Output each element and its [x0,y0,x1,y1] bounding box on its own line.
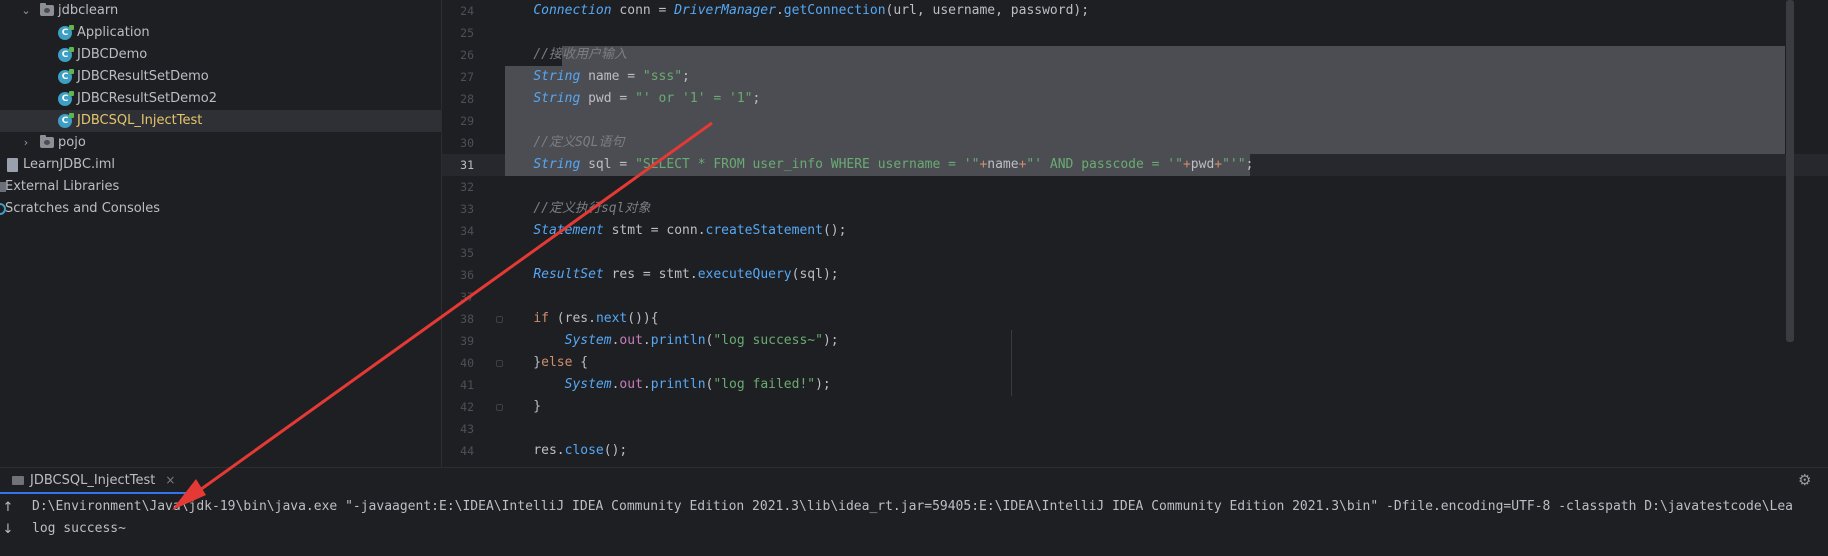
line-number: 37 [460,290,474,304]
tree-item-label: Scratches and Consoles [5,201,161,216]
code-line[interactable] [502,110,1828,132]
chevron-right-icon[interactable]: › [20,132,32,154]
arrow-down-icon[interactable]: ↓ [2,522,14,537]
code-line[interactable]: } [502,396,1828,418]
line-number: 41 [460,378,474,392]
line-number: 39 [460,334,474,348]
line-number: 26 [460,48,474,62]
line-number: 33 [460,202,474,216]
line-number: 44 [460,444,474,458]
code-line[interactable] [502,176,1828,198]
code-line[interactable]: //定义执行sql对象 [502,198,1828,220]
code-line[interactable]: Statement stmt = conn.createStatement(); [502,220,1828,242]
code-line[interactable]: //定义SQL语句 [502,132,1828,154]
tree-item-pojo[interactable]: › pojo [0,132,441,154]
chevron-down-icon[interactable]: ⌄ [20,0,32,22]
indent-guide [1011,330,1012,374]
line-number: 24 [460,4,474,18]
tree-item-learnjdbc-iml[interactable]: LearnJDBC.iml [0,154,441,176]
code-line[interactable]: System.out.println("log failed!"); [502,374,1828,396]
java-class-icon: C [58,91,74,106]
tree-item-label: Application [77,25,150,40]
line-number-gutter: 24 25 26 27 28 29 30 31 32 33 34 35 36 37 38 39 40 41 42 43… [442,0,503,467]
code-line[interactable]: Connection conn = DriverManager.getConne… [502,0,1828,22]
line-number: 28 [460,92,474,106]
project-tree: ⌄ jdbclearn C Application C JDBCDemo C J… [0,0,442,467]
console-output-line: log success~ [32,521,126,536]
package-icon [40,135,54,148]
gear-icon[interactable]: ⚙ [1798,472,1814,488]
run-tab-label: JDBCSQL_InjectTest [30,472,156,488]
tree-item-label: JDBCSQL_InjectTest [77,113,203,128]
run-tab[interactable]: JDBCSQL_InjectTest × [0,468,188,494]
line-number: 35 [460,246,474,260]
java-class-icon: C [58,25,74,40]
tree-item-label: pojo [58,135,86,150]
line-number: 27 [460,70,474,84]
code-line[interactable]: String name = "sss"; [502,66,1828,88]
code-line[interactable] [502,242,1828,264]
tree-item-scratches[interactable]: Scratches and Consoles [0,198,441,220]
line-number: 32 [460,180,474,194]
line-number: 30 [460,136,474,150]
tree-item-jdbcdemo[interactable]: C JDBCDemo [0,44,441,66]
editor-scrollbar[interactable] [1786,0,1794,342]
tree-item-jdbcsql-injecttest[interactable]: C JDBCSQL_InjectTest [0,110,441,132]
tree-item-label: JDBCResultSetDemo [77,69,209,84]
line-number: 29 [460,114,474,128]
tree-item-application[interactable]: C Application [0,22,441,44]
code-line[interactable] [502,418,1828,440]
code-line[interactable] [502,286,1828,308]
code-editor[interactable]: 24 25 26 27 28 29 30 31 32 33 34 35 36 37 38 39 40 41 42 43… [442,0,1828,467]
code-line[interactable]: ResultSet res = stmt.executeQuery(sql); [502,264,1828,286]
code-line[interactable]: System.out.println("log success~"); [502,330,1828,352]
line-number: 31 [460,158,474,172]
code-line[interactable]: //接收用户输入 [502,44,1828,66]
tree-item-label: JDBCDemo [77,47,148,62]
tree-item-jdbcresultsetdemo[interactable]: C JDBCResultSetDemo [0,66,441,88]
tree-item-jdbclearn[interactable]: ⌄ jdbclearn [0,0,441,22]
code-line[interactable] [502,22,1828,44]
module-file-icon [7,158,18,172]
line-number: 38 [460,312,474,326]
line-number: 25 [460,26,474,40]
java-class-icon: C [58,113,74,128]
tree-item-label: JDBCResultSetDemo2 [77,91,218,106]
line-number: 34 [460,224,474,238]
package-icon [40,3,54,16]
tree-item-label: jdbclearn [58,3,119,18]
line-number: 42 [460,400,474,414]
line-number: 40 [460,356,474,370]
tree-item-external-libraries[interactable]: External Libraries [0,176,441,198]
code-line[interactable]: if (res.next()){ [502,308,1828,330]
line-number: 36 [460,268,474,282]
indent-guide [1011,374,1012,396]
code-line[interactable]: String sql = "SELECT * FROM user_info WH… [502,154,1828,176]
run-config-icon [12,475,24,485]
java-class-icon: C [58,47,74,62]
tree-item-label: External Libraries [5,179,120,194]
run-panel: JDBCSQL_InjectTest × ⚙ ↑ ↓ D:\Environmen… [0,467,1828,556]
code-line[interactable]: String pwd = "' or '1' = '1"; [502,88,1828,110]
tree-item-jdbcresultsetdemo2[interactable]: C JDBCResultSetDemo2 [0,88,441,110]
java-class-icon: C [58,69,74,84]
close-icon[interactable]: × [165,473,175,487]
code-line[interactable]: res.close(); [502,440,1828,462]
console-command-line: D:\Environment\Java\jdk-19\bin\java.exe … [32,499,1793,514]
tree-item-label: LearnJDBC.iml [23,157,115,172]
line-number: 43 [460,422,474,436]
arrow-up-icon[interactable]: ↑ [2,500,14,515]
code-line[interactable]: }else { [502,352,1828,374]
